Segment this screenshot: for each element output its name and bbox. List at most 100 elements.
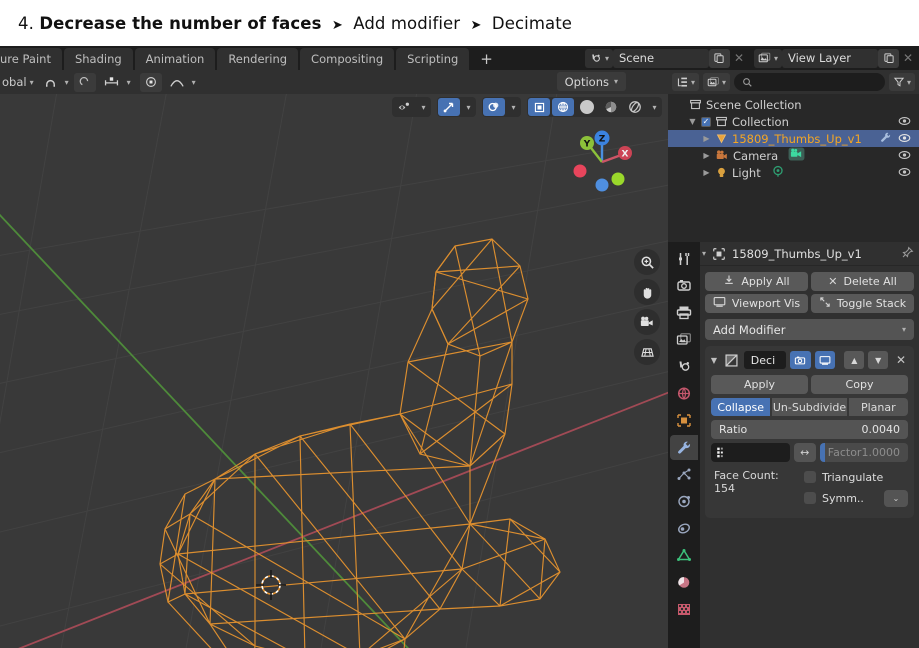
outliner-row-camera[interactable]: ▶ Camera: [668, 147, 919, 164]
collection-checkbox[interactable]: ✓: [701, 116, 711, 127]
apply-modifier-button[interactable]: Apply: [711, 375, 808, 394]
properties-tab-particles[interactable]: [670, 462, 698, 487]
camera-data-icon[interactable]: [788, 147, 805, 164]
triangulate-checkbox[interactable]: [804, 471, 816, 483]
navigation-gizmo[interactable]: Z Y X: [566, 122, 638, 194]
workspace-tab-rendering[interactable]: Rendering: [217, 48, 299, 70]
scene-name-field[interactable]: Scene: [612, 48, 709, 68]
workspace-tab-animation[interactable]: Animation: [134, 48, 216, 70]
hand-pan-icon[interactable]: [634, 279, 660, 305]
render-visibility-toggle[interactable]: [789, 351, 811, 369]
remove-viewlayer-button[interactable]: ✕: [899, 51, 917, 65]
decimate-mode-planar[interactable]: Planar: [848, 398, 908, 416]
move-modifier-up-button[interactable]: ▲: [844, 351, 865, 369]
expander-triangle-icon[interactable]: ▶: [702, 168, 711, 177]
triangulate-option[interactable]: Triangulate: [804, 468, 908, 486]
add-modifier-dropdown[interactable]: Add Modifier ▾: [705, 319, 914, 340]
outliner-display-mode-dropdown[interactable]: ▾: [672, 73, 700, 91]
new-viewlayer-button[interactable]: [878, 48, 899, 68]
chevron-down-icon[interactable]: ▾: [648, 103, 661, 112]
viewlayer-name-field[interactable]: View Layer: [782, 48, 878, 68]
remove-scene-button[interactable]: ✕: [730, 51, 748, 65]
outliner-row-collection[interactable]: ▼ ✓ Collection: [668, 113, 919, 130]
visibility-eye-icon[interactable]: [898, 132, 911, 146]
copy-modifier-button[interactable]: Copy: [811, 375, 908, 394]
gizmo-icon[interactable]: [438, 98, 460, 116]
outliner-search-input[interactable]: [734, 73, 885, 91]
pin-icon[interactable]: [901, 246, 914, 262]
invert-vertex-group-button[interactable]: ↔: [793, 443, 816, 462]
chevron-down-icon[interactable]: ▾: [417, 103, 430, 112]
properties-tab-material[interactable]: [670, 570, 698, 595]
pivot-point-button[interactable]: ▾: [139, 72, 196, 92]
new-scene-button[interactable]: [708, 48, 730, 68]
properties-tab-modifier[interactable]: [670, 435, 698, 460]
properties-tab-scene[interactable]: [670, 354, 698, 379]
visibility-eye-icon[interactable]: [898, 166, 911, 180]
snap-magnet-button[interactable]: ▾: [39, 73, 69, 92]
zoom-icon[interactable]: [634, 249, 660, 275]
xray-icon[interactable]: [528, 98, 550, 116]
light-data-icon[interactable]: [771, 164, 785, 181]
add-workspace-button[interactable]: +: [471, 48, 502, 70]
outliner-row-mesh-object[interactable]: ▶ 15809_Thumbs_Up_v1: [668, 130, 919, 147]
decimate-mode-unsubdivide[interactable]: Un-Subdivide: [772, 398, 847, 416]
properties-tab-physics[interactable]: [670, 489, 698, 514]
outliner-filter-dropdown[interactable]: ▾: [888, 73, 915, 91]
expander-triangle-icon[interactable]: ▶: [702, 134, 711, 143]
properties-tab-texture[interactable]: [670, 597, 698, 622]
eye-dropper-icon[interactable]: [393, 98, 415, 116]
properties-tab-output[interactable]: [670, 300, 698, 325]
factor-field[interactable]: Factor 1.0000: [819, 443, 908, 462]
scene-browse-button[interactable]: ▾: [584, 48, 613, 68]
delete-all-button[interactable]: ✕ Delete All: [811, 272, 914, 291]
outliner-row-light[interactable]: ▶ Light: [668, 164, 919, 181]
workspace-tab-compositing[interactable]: Compositing: [300, 48, 395, 70]
3d-viewport[interactable]: ▾ ▾ ▾ ▾ Z Y X: [0, 94, 668, 648]
workspace-tab-scripting[interactable]: Scripting: [396, 48, 470, 70]
wireframe-icon[interactable]: [552, 98, 574, 116]
overlays-icon[interactable]: [483, 98, 505, 116]
material-preview-icon[interactable]: [600, 98, 622, 116]
remove-modifier-button[interactable]: ✕: [892, 351, 910, 369]
expander-triangle-icon[interactable]: ▶: [702, 151, 711, 160]
visibility-eye-icon[interactable]: [898, 115, 911, 129]
transform-orientation-dropdown[interactable]: obal ▾: [2, 75, 34, 89]
rendered-icon[interactable]: [624, 98, 646, 116]
expander-triangle-icon[interactable]: ▼: [688, 117, 697, 126]
ratio-field[interactable]: Ratio 0.0040: [711, 420, 908, 439]
modifier-wrench-icon[interactable]: [879, 131, 892, 146]
properties-tab-view-layer[interactable]: [670, 327, 698, 352]
properties-tab-render[interactable]: [670, 273, 698, 298]
chevron-down-icon[interactable]: ▾: [462, 103, 475, 112]
move-modifier-down-button[interactable]: ▼: [868, 351, 889, 369]
symmetry-axis-dropdown[interactable]: ⌄: [884, 489, 908, 507]
properties-tab-world[interactable]: [670, 381, 698, 406]
workspace-tab-shading[interactable]: Shading: [63, 48, 133, 70]
expander-triangle-icon[interactable]: ▼: [709, 356, 719, 365]
properties-tab-tool[interactable]: [670, 246, 698, 271]
solid-icon[interactable]: [576, 98, 598, 116]
chevron-down-icon[interactable]: ▾: [507, 103, 520, 112]
visibility-eye-icon[interactable]: [898, 149, 911, 163]
modifier-name-field[interactable]: Deci: [743, 351, 786, 369]
properties-tab-object[interactable]: [670, 408, 698, 433]
apply-all-button[interactable]: Apply All: [705, 272, 808, 291]
symmetry-checkbox[interactable]: [804, 492, 816, 504]
properties-tab-constraints[interactable]: [670, 516, 698, 541]
outliner-row-scene-collection[interactable]: Scene Collection: [668, 96, 919, 113]
toggle-ortho-icon[interactable]: [634, 339, 660, 365]
camera-view-icon[interactable]: [634, 309, 660, 335]
workspace-tab-texture-paint[interactable]: ure Paint: [0, 48, 62, 70]
toggle-stack-button[interactable]: Toggle Stack: [811, 294, 914, 313]
decimate-mode-collapse[interactable]: Collapse: [711, 398, 771, 416]
viewport-visibility-button[interactable]: Viewport Vis: [705, 294, 808, 313]
vertex-group-field[interactable]: [711, 443, 790, 462]
properties-tab-data[interactable]: [670, 543, 698, 568]
editor-type-chevron-icon[interactable]: ▾: [702, 249, 706, 258]
realtime-visibility-toggle[interactable]: [814, 351, 836, 369]
viewlayer-browse-button[interactable]: ▾: [753, 48, 782, 68]
symmetry-option[interactable]: Symm.. ⌄: [804, 489, 908, 507]
snap-with-button[interactable]: ▾: [73, 72, 131, 92]
viewport-options-dropdown[interactable]: Options ▾: [556, 72, 626, 91]
